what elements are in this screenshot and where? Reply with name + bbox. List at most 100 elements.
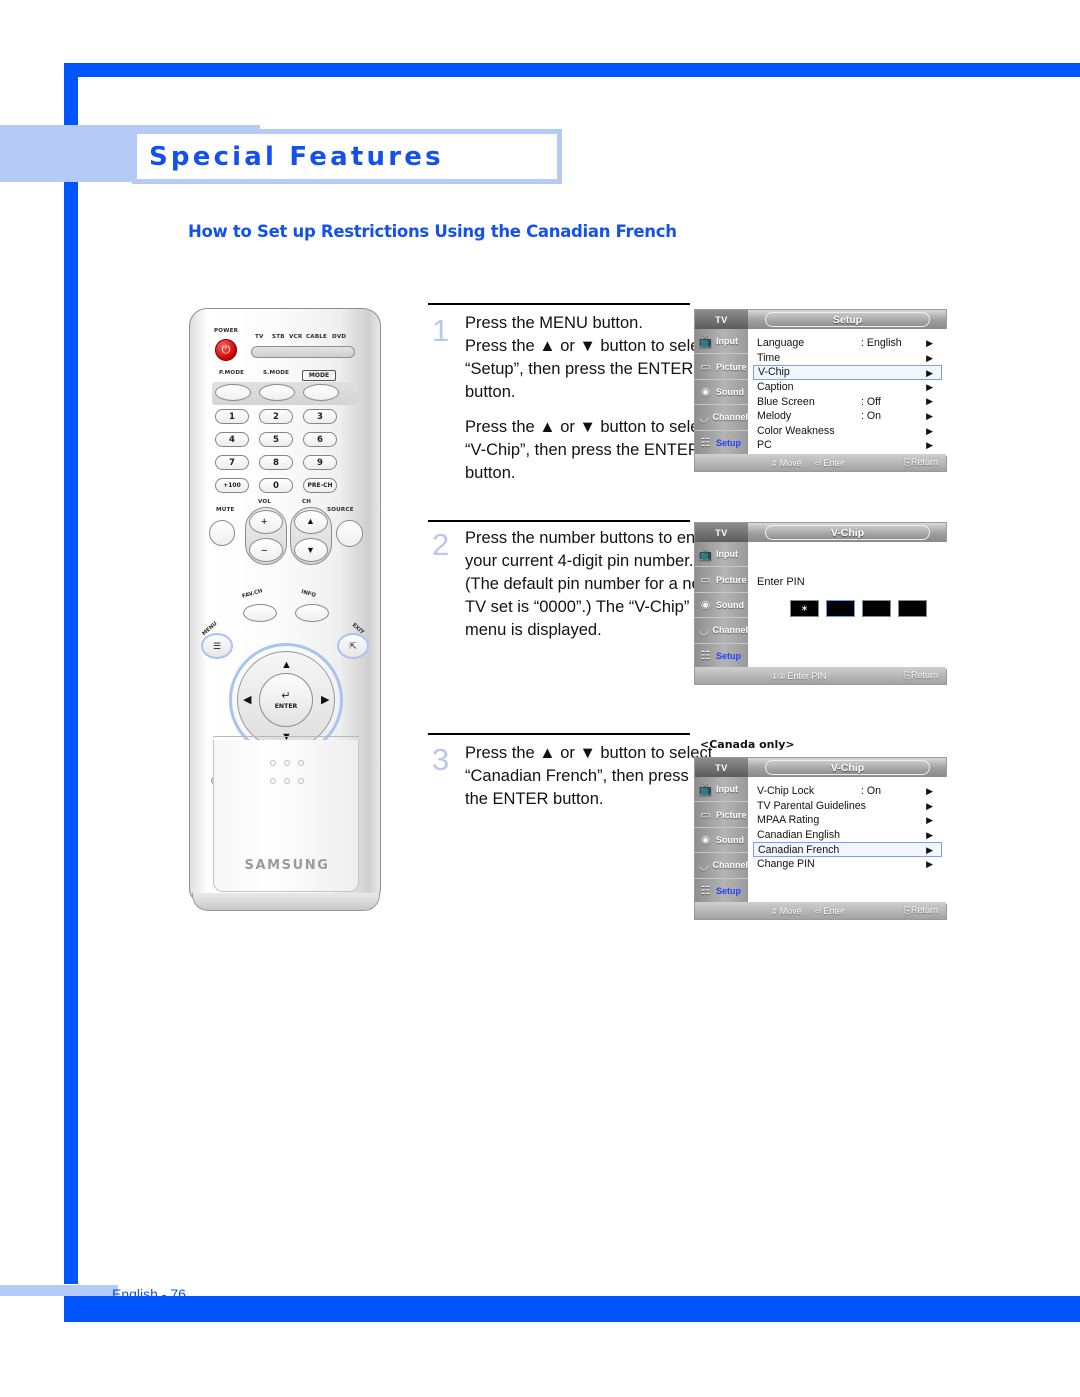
key-1[interactable]: 1 [215,409,249,424]
dpad-right-icon[interactable]: ▶ [321,695,329,706]
sidebar-label-setup: Setup [716,650,742,661]
osd-device-tab-3: TV [695,758,748,777]
pmode-button[interactable] [215,384,251,401]
osd-footer-return-label: Return [910,905,938,915]
enter-icon: ↵ [281,689,291,702]
input-icon: 📺 [698,548,713,561]
key-plus100[interactable]: +100 [215,478,249,493]
osd-row-selected[interactable]: Canadian French ▶ [753,842,942,857]
favch-button[interactable] [243,604,277,622]
osd-row[interactable]: Color Weakness ▶ [757,424,941,439]
pin-input-group[interactable]: ∗ [790,600,934,617]
osd-row[interactable]: PC ▶ [757,438,941,453]
key-8[interactable]: 8 [259,455,293,470]
exit-button[interactable]: ⇱ [337,633,369,659]
osd-footer-3: ⇕ Move ⏎ Enter ⎘Return [695,902,946,919]
section-title: How to Set up Restrictions Using the Can… [188,222,677,241]
mode-button[interactable] [303,384,339,401]
key-4[interactable]: 4 [215,432,249,447]
sidebar-item-input[interactable]: 📺 Input [695,542,748,568]
smode-button[interactable] [259,384,295,401]
osd-row-label: MPAA Rating [757,814,820,827]
osd-footer-return: ⎘Return [903,905,938,915]
osd-row[interactable]: V-Chip Lock : On ▶ [757,784,941,799]
channel-icon: ◡ [698,624,709,637]
key-2[interactable]: 2 [259,409,293,424]
sidebar-item-channel[interactable]: ◡ Channel [695,405,748,431]
key-6[interactable]: 6 [303,432,337,447]
osd-row[interactable]: Blue Screen : Off ▶ [757,394,941,409]
step-body-2: Press the number buttons to enter your c… [465,527,715,642]
step-2-paragraph-2: (The default pin number for a new TV set… [465,575,713,639]
sidebar-item-setup[interactable]: ☷ Setup [695,644,748,669]
osd-body-3: V-Chip Lock : On ▶ TV Parental Guideline… [748,777,947,904]
step-divider-1 [428,303,690,306]
device-label-cable: CABLE [306,334,328,340]
step-body-1: Press the MENU button. Press the ▲ or ▼ b… [465,312,715,485]
sidebar-item-setup[interactable]: ☷ Setup [695,879,748,904]
sidebar-item-sound[interactable]: ◉ Sound [695,380,748,406]
osd-row[interactable]: TV Parental Guidelines ▶ [757,799,941,814]
sidebar-item-channel[interactable]: ◡ Channel [695,618,748,644]
sidebar-item-sound[interactable]: ◉ Sound [695,593,748,619]
power-button[interactable]: ⏻ [215,339,237,361]
key-3[interactable]: 3 [303,409,337,424]
setup-icon: ☷ [700,650,711,663]
osd-row-label: Time [757,351,781,364]
remote-control-illustration: POWER ⏻ TV STB VCR CABLE DVD P.MODE S.MO… [185,308,385,923]
key-7[interactable]: 7 [215,455,249,470]
menu-button[interactable]: ☰ [201,633,233,659]
osd-row-value: : On [861,785,882,798]
key-0[interactable]: 0 [259,478,293,493]
pin-digit-2[interactable] [826,600,855,617]
chevron-right-icon: ▶ [926,858,933,869]
remote-base [192,893,380,911]
mute-button[interactable] [209,520,235,546]
chevron-right-icon: ▶ [926,352,933,363]
osd-row-label: V-Chip [758,366,790,379]
osd-row[interactable]: Melody : On ▶ [757,409,941,424]
sidebar-item-sound[interactable]: ◉ Sound [695,828,748,854]
enter-button[interactable]: ↵ ENTER [259,673,313,727]
key-9[interactable]: 9 [303,455,337,470]
source-button[interactable] [336,520,363,547]
pin-prompt-label: Enter PIN [757,576,805,588]
osd-row[interactable]: Language : English ▶ [757,336,941,351]
device-selector-strip[interactable] [251,346,355,358]
osd-row[interactable]: Caption ▶ [757,380,941,395]
pin-digit-1[interactable]: ∗ [790,600,819,617]
osd-row-label: V-Chip Lock [757,785,815,798]
info-button[interactable] [295,604,329,622]
osd-row-label: Blue Screen [757,395,815,408]
osd-body-1: Language : English ▶ Time ▶ V-Chip ▶ Cap… [748,329,947,456]
dpad-up-icon[interactable]: ▲ [281,660,292,671]
osd-row[interactable]: MPAA Rating ▶ [757,813,941,828]
pin-digit-3[interactable] [862,600,891,617]
pmode-label: P.MODE [219,370,245,376]
remote-seam [213,736,359,738]
osd-row[interactable]: Change PIN ▶ [757,857,941,872]
osd-row[interactable]: Time ▶ [757,351,941,366]
key-prech[interactable]: PRE-CH [303,478,337,493]
plus-icon: + [261,516,268,528]
step-number-3: 3 [432,742,450,777]
power-label: POWER [214,328,239,334]
sound-icon: ◉ [700,386,711,399]
sidebar-label-sound: Sound [716,599,744,610]
sidebar-item-picture[interactable]: ▭ Picture [695,802,748,828]
sidebar-item-picture[interactable]: ▭ Picture [695,567,748,593]
sidebar-item-picture[interactable]: ▭ Picture [695,354,748,380]
sidebar-item-input[interactable]: 📺 Input [695,329,748,355]
pin-digit-4[interactable] [898,600,927,617]
osd-row-selected[interactable]: V-Chip ▶ [753,365,942,380]
sidebar-item-setup[interactable]: ☷ Setup [695,431,748,456]
setup-icon: ☷ [700,885,711,898]
osd-row-label: Canadian English [757,829,841,842]
osd-sidebar-3: 📺 Input ▭ Picture ◉ Sound ◡ Channel ☷ Se… [695,777,748,904]
dpad-left-icon[interactable]: ◀ [243,695,251,706]
sidebar-item-input[interactable]: 📺 Input [695,777,748,803]
page-number: English - 76 [112,1286,186,1302]
key-5[interactable]: 5 [259,432,293,447]
sidebar-item-channel[interactable]: ◡ Channel [695,853,748,879]
osd-row[interactable]: Canadian English ▶ [757,828,941,843]
